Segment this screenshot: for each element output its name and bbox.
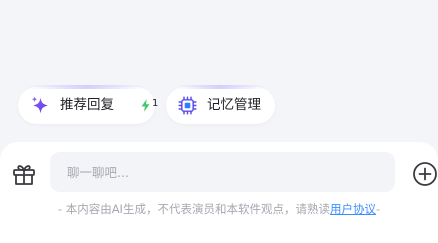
- sparkle-icon: [31, 96, 48, 114]
- memory-management-button[interactable]: 记忆管理: [166, 85, 275, 124]
- message-input[interactable]: [50, 152, 395, 192]
- chip-icon: [178, 96, 197, 115]
- gift-icon[interactable]: [11, 161, 37, 187]
- disclaimer-text: - 本内容由AI生成，不代表演员和本软件观点，请熟读: [57, 202, 330, 216]
- ai-disclaimer: - 本内容由AI生成，不代表演员和本软件观点，请熟读用户协议-: [0, 201, 438, 217]
- disclaimer-suffix: -: [375, 202, 381, 216]
- plus-circle-icon[interactable]: [412, 161, 438, 187]
- recommend-count: 1: [152, 98, 159, 109]
- recommend-reply-button[interactable]: 推荐回复 1: [18, 85, 159, 124]
- recommend-reply-label: 推荐回复: [60, 97, 114, 113]
- message-input-box[interactable]: [50, 152, 395, 192]
- bolt-icon: [141, 99, 150, 112]
- user-agreement-link[interactable]: 用户协议: [330, 202, 376, 216]
- chat-screen: 推荐回复 1 记忆管理 聊一聊吧... - 本内容由AI生成，不代表演员和本软件…: [0, 0, 438, 243]
- memory-management-label: 记忆管理: [207, 97, 261, 113]
